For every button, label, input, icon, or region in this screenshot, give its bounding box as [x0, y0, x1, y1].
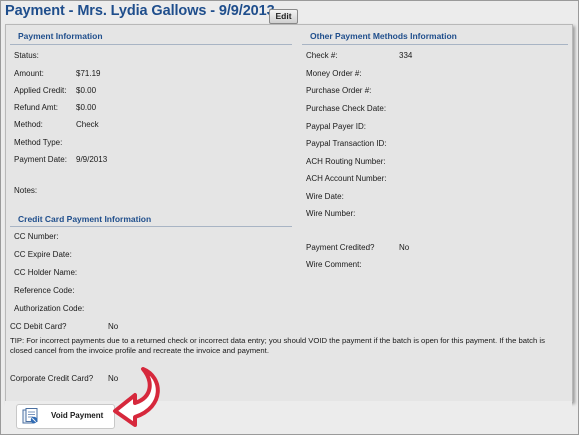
check-number-value: 334 — [399, 51, 413, 60]
wire-number-label: Wire Number: — [306, 209, 356, 218]
refund-amt-value: $0.00 — [76, 103, 97, 112]
tip-text: TIP: For incorrect payments due to a ret… — [10, 336, 545, 355]
cc-number-label: CC Number: — [14, 232, 59, 241]
check-number-label: Check #: — [306, 51, 338, 60]
credit-card-divider — [10, 226, 292, 227]
cc-debit-card-label: CC Debit Card? — [10, 322, 67, 331]
other-methods-divider — [302, 44, 568, 45]
ach-routing-label: ACH Routing Number: — [306, 157, 386, 166]
payment-info-heading: Payment Information — [18, 31, 103, 41]
authorization-code-label: Authorization Code: — [14, 304, 85, 313]
applied-credit-value: $0.00 — [76, 86, 97, 95]
payment-credited-label: Payment Credited? — [306, 243, 375, 252]
ach-account-label: ACH Account Number: — [306, 174, 387, 183]
paypal-transaction-id-label: Paypal Transaction ID: — [306, 139, 387, 148]
credit-card-heading: Credit Card Payment Information — [18, 214, 152, 224]
wire-date-label: Wire Date: — [306, 192, 344, 201]
cc-debit-card-value: No — [108, 322, 119, 331]
curved-arrow-icon — [113, 367, 160, 427]
corporate-credit-card-label: Corporate Credit Card? — [10, 374, 94, 383]
payment-credited-value: No — [399, 243, 410, 252]
payment-date-label: Payment Date: — [14, 155, 67, 164]
payment-detail-panel: Payment Information Status: Amount: $71.… — [5, 24, 573, 402]
reference-code-label: Reference Code: — [14, 286, 75, 295]
cc-expire-date-label: CC Expire Date: — [14, 250, 72, 259]
void-payment-label: Void Payment — [51, 411, 104, 420]
cc-holder-name-label: CC Holder Name: — [14, 268, 78, 277]
other-methods-heading: Other Payment Methods Information — [310, 31, 457, 41]
document-void-icon — [22, 408, 38, 424]
applied-credit-label: Applied Credit: — [14, 86, 67, 95]
money-order-label: Money Order #: — [306, 69, 362, 78]
payment-info-divider — [10, 44, 292, 45]
wire-comment-label: Wire Comment: — [306, 260, 362, 269]
page-title: Payment - Mrs. Lydia Gallows - 9/9/2013 — [5, 3, 275, 19]
notes-label: Notes: — [14, 186, 38, 195]
edit-button[interactable]: Edit — [269, 9, 298, 24]
paypal-payer-id-label: Paypal Payer ID: — [306, 122, 367, 131]
status-label: Status: — [14, 51, 39, 60]
purchase-order-label: Purchase Order #: — [306, 86, 372, 95]
payment-date-value: 9/9/2013 — [76, 155, 108, 164]
amount-value: $71.19 — [76, 69, 101, 78]
method-value: Check — [76, 120, 99, 129]
method-label: Method: — [14, 120, 43, 129]
amount-label: Amount: — [14, 69, 44, 78]
void-payment-button[interactable]: Void Payment — [16, 404, 115, 429]
refund-amt-label: Refund Amt: — [14, 103, 59, 112]
purchase-check-date-label: Purchase Check Date: — [306, 104, 387, 113]
method-type-label: Method Type: — [14, 138, 63, 147]
